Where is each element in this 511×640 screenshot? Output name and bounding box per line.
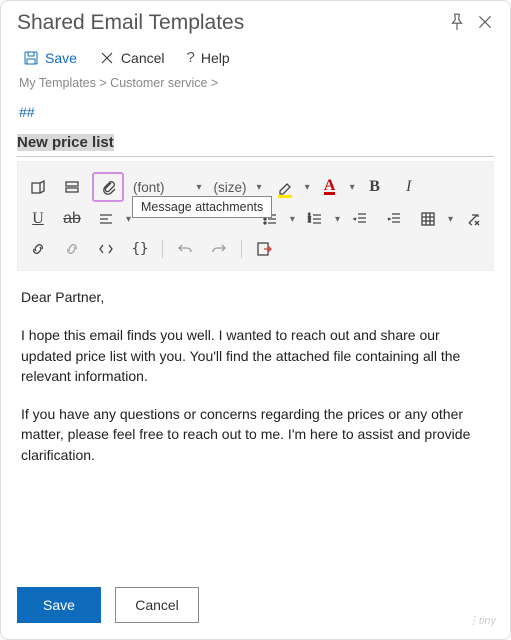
breadcrumb-root[interactable]: My Templates: [19, 76, 96, 90]
bold-button[interactable]: B: [361, 174, 389, 200]
chevron-down-icon[interactable]: ▾: [305, 182, 310, 193]
unlink-button[interactable]: [58, 236, 86, 262]
chevron-down-icon[interactable]: ▾: [448, 214, 453, 225]
redo-button[interactable]: [205, 236, 233, 262]
cancel-action[interactable]: Cancel: [99, 50, 165, 66]
font-size-select[interactable]: (size) ▾: [211, 180, 265, 195]
clear-format-button[interactable]: [459, 206, 487, 232]
underline-button[interactable]: U: [24, 206, 52, 232]
layout-button[interactable]: [58, 174, 86, 200]
window-title: Shared Email Templates: [17, 11, 438, 35]
chevron-down-icon: ▾: [197, 182, 202, 193]
chevron-down-icon[interactable]: ▾: [350, 182, 355, 193]
help-action-label: Help: [201, 50, 230, 66]
action-bar: Save Cancel ? Help: [23, 49, 494, 66]
subject-input[interactable]: New price list: [17, 134, 114, 151]
undo-button[interactable]: [171, 236, 199, 262]
insert-macro-button[interactable]: [24, 174, 52, 200]
subject-row: New price list: [17, 134, 494, 157]
separator: [162, 240, 163, 258]
footer-buttons: Save Cancel: [17, 587, 199, 623]
font-family-select[interactable]: (font) ▾: [130, 180, 205, 195]
cancel-action-label: Cancel: [121, 50, 165, 66]
breadcrumb: My Templates > Customer service >: [19, 76, 494, 90]
indent-button[interactable]: [380, 206, 408, 232]
svg-text:2: 2: [308, 218, 311, 224]
body-paragraph-1: I hope this email finds you well. I want…: [21, 325, 490, 386]
body-paragraph-2: If you have any questions or concerns re…: [21, 404, 490, 465]
close-icon[interactable]: [476, 13, 494, 34]
save-button[interactable]: Save: [17, 587, 101, 623]
shortcut-field[interactable]: ##: [19, 104, 494, 120]
link-button[interactable]: [24, 236, 52, 262]
save-action-label: Save: [45, 50, 77, 66]
font-family-label: (font): [133, 180, 165, 195]
title-bar: Shared Email Templates: [17, 11, 494, 35]
chevron-down-icon: ▾: [257, 182, 262, 193]
chevron-down-icon[interactable]: ▾: [126, 214, 131, 225]
help-action[interactable]: ? Help: [187, 49, 230, 66]
save-action[interactable]: Save: [23, 50, 77, 66]
italic-button[interactable]: I: [395, 174, 423, 200]
email-body-editor[interactable]: Dear Partner, I hope this email finds yo…: [17, 271, 494, 465]
body-greeting: Dear Partner,: [21, 287, 490, 307]
outdent-button[interactable]: [346, 206, 374, 232]
tiny-branding: ⋮tiny: [468, 614, 496, 627]
attachment-button[interactable]: [92, 172, 124, 202]
attachment-tooltip: Message attachments: [132, 196, 272, 218]
insert-field-button[interactable]: {}: [126, 236, 154, 262]
chevron-down-icon[interactable]: ▾: [335, 214, 340, 225]
highlight-button[interactable]: [271, 174, 299, 200]
strikethrough-button[interactable]: ab: [58, 206, 86, 232]
editor-toolbar: (font) ▾ (size) ▾ ▾ A ▾ B I U ab ▾: [17, 161, 494, 271]
pin-icon[interactable]: [448, 13, 466, 34]
exit-button[interactable]: [250, 236, 278, 262]
template-editor-window: Shared Email Templates Save Cancel ? Hel…: [0, 0, 511, 640]
font-size-label: (size): [214, 180, 247, 195]
breadcrumb-folder[interactable]: Customer service: [110, 76, 207, 90]
help-icon: ?: [187, 49, 195, 66]
numbered-list-button[interactable]: 12: [301, 206, 329, 232]
chevron-down-icon[interactable]: ▾: [290, 214, 295, 225]
separator: [241, 240, 242, 258]
font-color-button[interactable]: A: [316, 174, 344, 200]
align-button[interactable]: [92, 206, 120, 232]
cancel-button[interactable]: Cancel: [115, 587, 199, 623]
source-code-button[interactable]: [92, 236, 120, 262]
table-button[interactable]: [414, 206, 442, 232]
